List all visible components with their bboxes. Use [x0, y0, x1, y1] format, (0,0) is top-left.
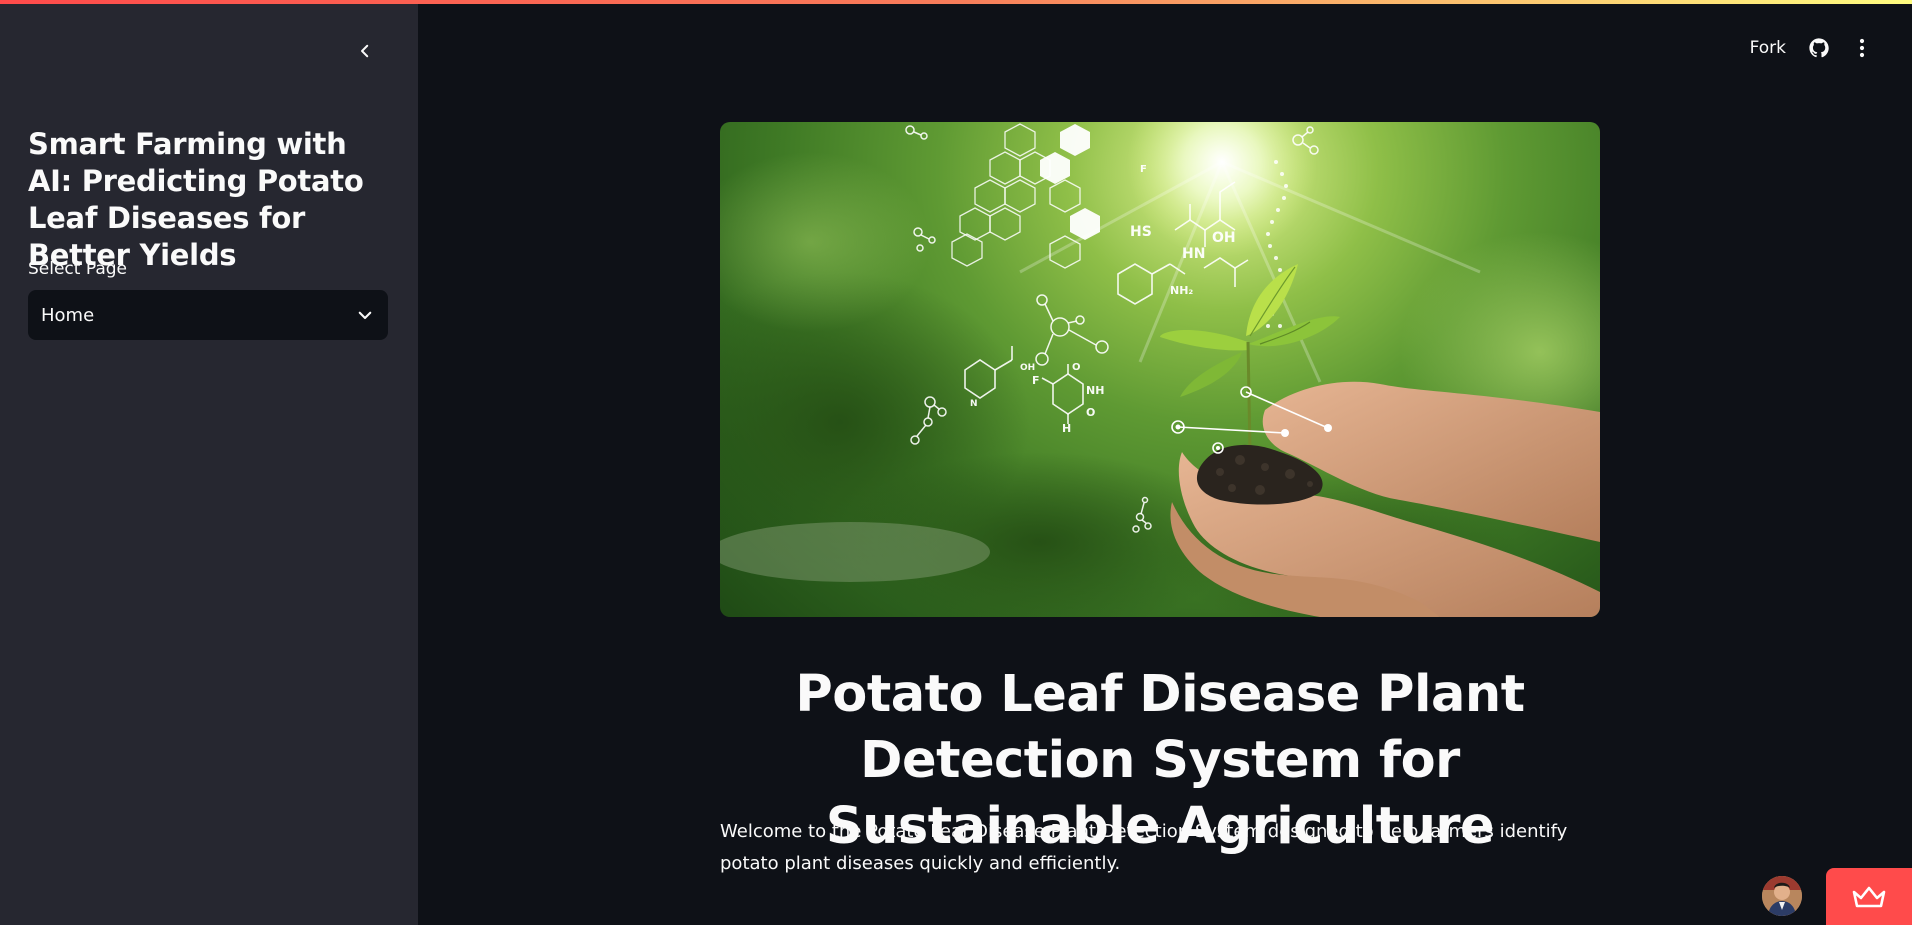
- svg-text:H: H: [1062, 422, 1071, 435]
- main-menu-button[interactable]: [1852, 37, 1872, 59]
- intro-paragraph: Welcome to the Potato Leaf Disease Plant…: [720, 821, 1568, 874]
- main-content: Fork HS HN OH NH₂ F F NH O H O OH N Pota…: [418, 0, 1912, 925]
- svg-text:OH: OH: [1020, 363, 1035, 373]
- app-toolbar: Fork: [1750, 34, 1872, 62]
- crown-icon: [1852, 886, 1886, 907]
- select-page-dropdown[interactable]: Home: [28, 290, 388, 340]
- svg-text:N: N: [970, 399, 978, 409]
- select-page-value: Home: [41, 304, 95, 326]
- svg-text:F: F: [1032, 374, 1040, 387]
- user-avatar-icon: [1762, 876, 1802, 916]
- github-icon: [1809, 38, 1829, 58]
- svg-text:NH: NH: [1086, 384, 1104, 397]
- streamlit-badge-button[interactable]: [1826, 868, 1912, 925]
- plant-in-hands-illustration: HS HN OH NH₂ F F NH O H O OH N: [720, 122, 1600, 617]
- svg-text:HN: HN: [1182, 246, 1205, 262]
- svg-text:O: O: [1072, 362, 1081, 373]
- sidebar-title: Smart Farming with AI: Predicting Potato…: [28, 127, 364, 272]
- collapse-sidebar-button[interactable]: [350, 36, 380, 66]
- top-decoration-bar: [0, 0, 1912, 4]
- avatar[interactable]: [1762, 876, 1802, 916]
- github-button[interactable]: [1808, 37, 1830, 59]
- fork-button[interactable]: Fork: [1750, 38, 1786, 58]
- svg-text:OH: OH: [1212, 230, 1236, 246]
- svg-text:O: O: [1086, 406, 1095, 419]
- select-page-label: Select Page: [28, 259, 128, 279]
- svg-text:NH₂: NH₂: [1170, 284, 1193, 297]
- hero-image: HS HN OH NH₂ F F NH O H O OH N: [720, 122, 1600, 617]
- sidebar: Smart Farming with AI: Predicting Potato…: [0, 0, 418, 925]
- svg-text:F: F: [1140, 164, 1147, 175]
- kebab-menu-icon: [1859, 38, 1865, 58]
- chevron-left-icon: [361, 44, 369, 58]
- svg-text:HS: HS: [1130, 224, 1152, 240]
- chevron-down-icon: [358, 311, 372, 320]
